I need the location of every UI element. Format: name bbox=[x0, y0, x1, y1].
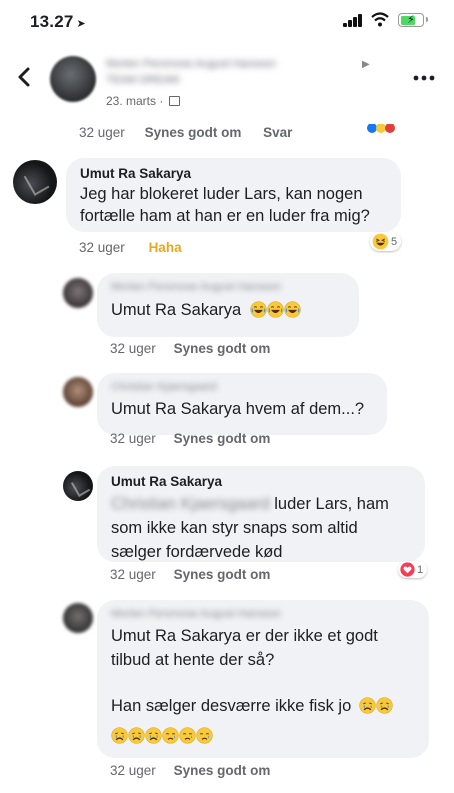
commenter-name[interactable]: Morten Persmose August Hansson bbox=[111, 281, 345, 293]
like-button[interactable]: Synes godt om bbox=[174, 341, 271, 356]
comment-bubble: Umut Ra Sakarya Jeg har blokeret luder L… bbox=[66, 158, 401, 232]
comment-text-line2: Han sælger desværre ikke fisk jo bbox=[111, 694, 415, 718]
commenter-name[interactable]: Morten Persmose August Hansson bbox=[111, 608, 415, 620]
comment-text: Umut Ra Sakarya hvem af dem...? bbox=[111, 400, 365, 418]
like-button[interactable]: Synes godt om bbox=[145, 125, 242, 140]
haha-button[interactable]: Haha bbox=[149, 240, 182, 255]
crying-emoji bbox=[111, 727, 128, 744]
emoji-row bbox=[111, 724, 415, 748]
comment-bubble: Morten Persmose August Hansson Umut Ra S… bbox=[97, 273, 359, 337]
like-button[interactable]: Synes godt om bbox=[174, 763, 271, 778]
mention-text[interactable]: Christian Kjaersgaard bbox=[111, 495, 270, 513]
comment-time: 32 uger bbox=[110, 763, 156, 778]
commenter-name[interactable]: Umut Ra Sakarya bbox=[111, 474, 411, 489]
commenter-avatar[interactable] bbox=[63, 603, 93, 633]
comment-text-line: Han sælger desværre ikke fisk jo bbox=[111, 697, 352, 715]
laughing-emoji bbox=[284, 301, 301, 318]
reaction-count: 1 bbox=[417, 563, 424, 576]
commenter-name[interactable]: Christian Kjaersgaard bbox=[111, 381, 373, 393]
crying-emoji bbox=[145, 727, 162, 744]
laughing-emoji bbox=[250, 301, 267, 318]
comment-time: 32 uger bbox=[110, 341, 156, 356]
sad-emoji bbox=[162, 727, 179, 744]
comment-bubble: Morten Persmose August Hansson Umut Ra S… bbox=[97, 600, 429, 758]
mention-text[interactable]: Umut Ra Sakarya bbox=[111, 301, 241, 319]
like-button[interactable]: Synes godt om bbox=[174, 431, 271, 446]
sad-emoji bbox=[179, 727, 196, 744]
comment-meta: 32 uger Synes godt om bbox=[110, 341, 270, 356]
comment-text: Christian Kjaersgaard luder Lars, ham so… bbox=[111, 492, 411, 564]
previous-comment-actions: 32 uger Synes godt om Svar bbox=[79, 125, 310, 140]
comment-meta: 32 uger Synes godt om bbox=[110, 567, 270, 582]
comment-text-line: luder Lars, ham bbox=[269, 495, 389, 513]
post-header: Morten Persmose August Hansson TEAM DREA… bbox=[0, 44, 454, 124]
love-reaction-icon bbox=[400, 562, 415, 577]
author-subtitle: TEAM DREAM bbox=[106, 74, 180, 86]
privacy-icon bbox=[168, 96, 180, 106]
commenter-avatar[interactable] bbox=[63, 278, 93, 308]
comment-time: 32 uger bbox=[79, 240, 125, 255]
post-date-text: 23. marts · bbox=[106, 94, 167, 108]
status-time-text: 13.27 bbox=[30, 12, 74, 31]
comment-text: Umut Ra Sakarya er der ikke et godt tilb… bbox=[111, 627, 378, 669]
crying-emoji bbox=[128, 727, 145, 744]
reaction-count: 5 bbox=[391, 235, 398, 248]
comment-time: 32 uger bbox=[79, 125, 125, 140]
comment-bubble: Umut Ra Sakarya Christian Kjaersgaard lu… bbox=[97, 466, 425, 562]
back-icon[interactable] bbox=[14, 64, 36, 90]
author-avatar[interactable] bbox=[50, 56, 96, 102]
commenter-name[interactable]: Umut Ra Sakarya bbox=[80, 166, 387, 181]
wifi-icon bbox=[371, 12, 389, 27]
commenter-avatar[interactable] bbox=[13, 160, 57, 204]
reply-button[interactable]: Svar bbox=[263, 125, 292, 140]
post-date[interactable]: 23. marts · bbox=[106, 94, 180, 108]
haha-reaction-icon bbox=[372, 233, 389, 250]
reaction-badge[interactable]: 5 bbox=[370, 232, 402, 251]
signal-icon bbox=[343, 14, 363, 27]
comment-text: Jeg har blokeret luder Lars, kan nogen f… bbox=[80, 185, 370, 225]
crying-emoji bbox=[376, 697, 393, 714]
battery-icon: ⚡ bbox=[398, 13, 428, 27]
comment-bubble: Christian Kjaersgaard Umut Ra Sakarya hv… bbox=[97, 373, 387, 435]
status-time: 13.27 ➤ bbox=[30, 12, 86, 32]
reaction-badge[interactable]: 1 bbox=[398, 561, 428, 578]
arrow-right-icon: ▶ bbox=[362, 59, 370, 70]
comment-meta: 32 uger Haha bbox=[79, 240, 182, 255]
more-icon[interactable] bbox=[413, 75, 435, 81]
commenter-avatar[interactable] bbox=[63, 471, 93, 501]
reaction-icons[interactable] bbox=[364, 124, 408, 138]
location-arrow-icon: ➤ bbox=[76, 18, 86, 30]
sad-emoji bbox=[196, 727, 213, 744]
comment-meta: 32 uger Synes godt om bbox=[110, 763, 270, 778]
crying-emoji bbox=[359, 697, 376, 714]
status-bar: 13.27 ➤ ⚡ bbox=[0, 0, 454, 44]
author-name[interactable]: Morten Persmose August Hansson TEAM DREA… bbox=[106, 56, 362, 90]
comment-time: 32 uger bbox=[110, 431, 156, 446]
comment-text: Umut Ra Sakarya bbox=[111, 298, 345, 322]
charging-icon: ⚡ bbox=[407, 14, 415, 26]
laughing-emoji bbox=[267, 301, 284, 318]
author-name-text: Morten Persmose August Hansson bbox=[106, 58, 276, 70]
comment-meta: 32 uger Synes godt om bbox=[110, 431, 270, 446]
comment-time: 32 uger bbox=[110, 567, 156, 582]
like-button[interactable]: Synes godt om bbox=[174, 567, 271, 582]
commenter-avatar[interactable] bbox=[63, 377, 93, 407]
comment-text-rest: som ikke kan styr snaps som altid sælger… bbox=[111, 519, 358, 561]
